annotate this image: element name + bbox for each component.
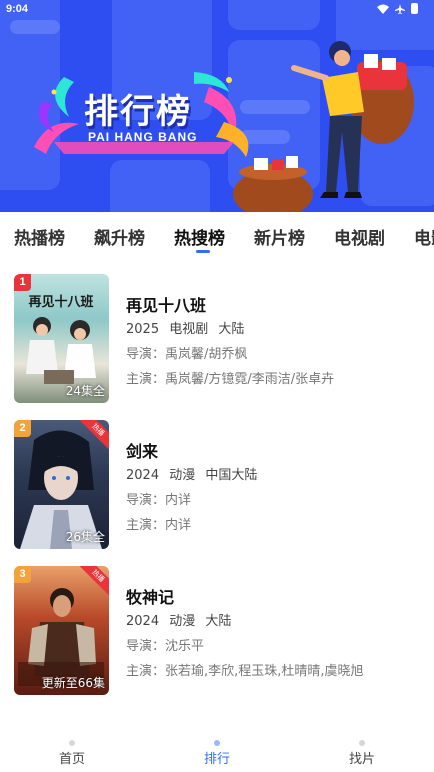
item-meta: 2024 动漫 大陆	[126, 610, 424, 630]
rank-badge: 1	[14, 274, 31, 291]
item-cast: 主演：张若瑜,李欣,程玉珠,杜晴晴,虞晓旭	[126, 664, 364, 679]
wifi-icon	[377, 4, 389, 14]
tab-tv-series[interactable]: 电视剧	[334, 224, 385, 249]
item-meta: 2025 电视剧 大陆	[126, 318, 424, 338]
tab-soaring[interactable]: 飙升榜	[94, 224, 145, 249]
item-info: 再见十八班 2025 电视剧 大陆 导演：禹岚馨/胡乔枫 主演：禹岚馨/方镱霓/…	[126, 292, 424, 388]
item-director: 导演：沈乐平	[126, 639, 205, 654]
list-item[interactable]: 再见十八班 1 24集全 再见十八班 2025 电视剧 大陆 导演：禹岚馨/胡乔…	[0, 262, 434, 403]
ranking-tabs: 热播榜 飙升榜 热搜榜 新片榜 电视剧 电影	[0, 212, 434, 262]
item-info: 牧神记 2024 动漫 大陆 导演：沈乐平 主演：张若瑜,李欣,程玉珠,杜晴晴,…	[126, 584, 424, 680]
item-region: 大陆	[218, 322, 245, 337]
nav-ranking[interactable]: 排行	[177, 730, 257, 767]
nav-ranking-label: 排行	[203, 752, 230, 767]
banner-subtitle: PAI HANG BANG	[88, 130, 198, 144]
tab-hot-search-label: 热搜榜	[174, 229, 225, 249]
item-director: 导演：内详	[126, 493, 192, 508]
pot-illustration	[233, 156, 313, 212]
nav-home[interactable]: 首页	[32, 730, 112, 767]
poster-image: 2 热播 26集全	[14, 420, 109, 549]
item-type: 动漫	[169, 468, 196, 483]
item-meta: 2024 动漫 中国大陆	[126, 464, 424, 484]
item-year: 2024	[126, 614, 160, 629]
episode-count: 更新至66集	[41, 676, 105, 690]
nav-discover[interactable]: 找片	[322, 730, 402, 767]
item-director: 导演：禹岚馨/胡乔枫	[126, 347, 248, 362]
active-tab-indicator	[196, 250, 210, 253]
discover-icon	[359, 740, 365, 746]
item-year: 2024	[126, 468, 160, 483]
item-title: 牧神记	[126, 588, 175, 607]
ranking-banner: 9:04 排行榜 PAI HANG BANG	[0, 0, 434, 212]
banner-bg-bar	[10, 20, 60, 34]
bottom-navigation: 首页 排行 找片	[0, 730, 434, 772]
banner-logo: 排行榜 PAI HANG BANG	[24, 62, 264, 162]
battery-icon	[411, 3, 418, 14]
poster-title-art: 再见十八班	[28, 294, 93, 310]
item-cast: 主演：禹岚馨/方镱霓/李雨洁/张卓卉	[126, 372, 335, 387]
tab-hot-search[interactable]: 热搜榜	[174, 224, 225, 253]
rank-badge: 2	[14, 420, 31, 437]
home-icon	[69, 740, 75, 746]
list-item[interactable]: 3 热播 更新至66集 牧神记 2024 动漫 大陆 导演：沈乐平 主演：张若瑜…	[0, 554, 434, 695]
status-bar: 9:04	[0, 0, 434, 20]
tab-movies[interactable]: 电影	[414, 224, 434, 249]
tab-hot-play[interactable]: 热播榜	[14, 224, 65, 249]
episode-count: 24集全	[65, 384, 105, 398]
status-time: 9:04	[6, 3, 29, 15]
ranking-icon	[214, 740, 220, 746]
tab-new-release[interactable]: 新片榜	[254, 224, 305, 249]
item-region: 中国大陆	[205, 468, 258, 483]
rank-badge: 3	[14, 566, 31, 583]
item-title: 剑来	[126, 442, 159, 461]
list-item[interactable]: 2 热播 26集全 剑来 2024 动漫 中国大陆 导演：内详 主演：内详	[0, 408, 434, 549]
airplane-mode-icon	[395, 3, 405, 14]
item-region: 大陆	[205, 614, 232, 629]
item-type: 电视剧	[169, 322, 209, 337]
banner-title: 排行榜	[84, 92, 192, 132]
item-info: 剑来 2024 动漫 中国大陆 导演：内详 主演：内详	[126, 438, 424, 534]
poster-image: 3 热播 更新至66集	[14, 566, 109, 695]
item-type: 动漫	[169, 614, 196, 629]
episode-count: 26集全	[65, 530, 105, 544]
item-year: 2025	[126, 322, 160, 337]
nav-discover-label: 找片	[348, 752, 375, 767]
item-title: 再见十八班	[126, 296, 207, 315]
poster-image: 再见十八班 1 24集全	[14, 274, 109, 403]
item-cast: 主演：内详	[126, 518, 192, 533]
nav-home-label: 首页	[58, 752, 85, 767]
banner-bg-card	[110, 160, 210, 212]
